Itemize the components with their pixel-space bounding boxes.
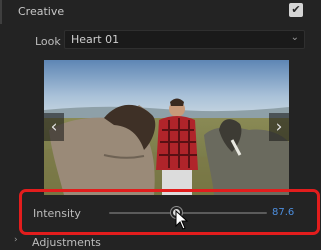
look-dropdown-value: Heart 01 [71,33,120,46]
mouse-pointer-icon [175,210,189,230]
look-dropdown[interactable]: Heart 01 ⌄ [64,30,305,49]
preview-image [44,60,289,195]
look-preview-thumbnail [44,60,289,195]
lumetri-creative-panel: Creative ✔ Look Heart 01 ⌄ ‹ › Intensity… [0,0,321,250]
creative-enable-checkbox[interactable]: ✔ [289,3,303,17]
look-label: Look [35,35,61,48]
intensity-label: Intensity [33,207,81,220]
intensity-value[interactable]: 87.6 [272,207,294,218]
chevron-right-icon: › [14,235,18,245]
chevron-down-icon: ⌄ [290,32,299,43]
creative-section-title: Creative [18,5,65,18]
adjustments-label: Adjustments [32,236,101,249]
creative-section-header[interactable]: Creative ✔ [0,0,321,24]
previous-look-button[interactable]: ‹ [44,113,64,141]
next-look-button[interactable]: › [269,113,289,141]
